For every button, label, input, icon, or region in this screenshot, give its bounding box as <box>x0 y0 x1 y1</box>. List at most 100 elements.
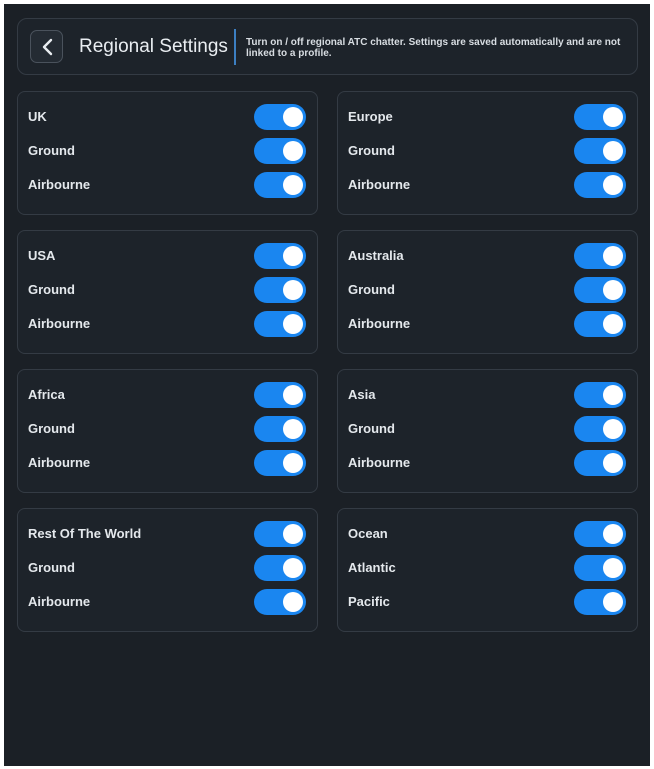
region-card-usa: USA Ground Airbourne <box>17 230 318 354</box>
region-label: Europe <box>348 109 393 124</box>
region-toggle[interactable] <box>574 382 626 408</box>
toggle-knob <box>603 592 623 612</box>
region-row: Europe <box>338 100 637 134</box>
region-label: Ground <box>28 282 75 297</box>
region-toggle[interactable] <box>574 555 626 581</box>
toggle-knob <box>603 314 623 334</box>
back-button[interactable] <box>30 30 63 63</box>
toggle-knob <box>603 280 623 300</box>
region-label: Atlantic <box>348 560 396 575</box>
region-label: Asia <box>348 387 376 402</box>
toggle-knob <box>283 419 303 439</box>
region-row: Ground <box>18 412 317 446</box>
toggle-knob <box>283 280 303 300</box>
toggle-knob <box>283 107 303 127</box>
region-row: Airbourne <box>338 446 637 480</box>
region-toggle[interactable] <box>254 450 306 476</box>
region-card-australia: Australia Ground Airbourne <box>337 230 638 354</box>
region-row: Asia <box>338 378 637 412</box>
region-toggle[interactable] <box>254 416 306 442</box>
toggle-knob <box>283 385 303 405</box>
region-card-ocean: Ocean Atlantic Pacific <box>337 508 638 632</box>
toggle-knob <box>283 314 303 334</box>
region-toggle[interactable] <box>574 138 626 164</box>
region-row: Australia <box>338 239 637 273</box>
settings-header: Regional Settings Turn on / off regional… <box>17 18 638 75</box>
region-label: Pacific <box>348 594 390 609</box>
region-row: UK <box>18 100 317 134</box>
region-toggle[interactable] <box>254 589 306 615</box>
region-label: USA <box>28 248 56 263</box>
toggle-knob <box>603 141 623 161</box>
region-label: Airbourne <box>348 177 411 192</box>
region-toggle[interactable] <box>254 277 306 303</box>
region-label: Ground <box>28 421 75 436</box>
region-row: Airbourne <box>338 307 637 341</box>
toggle-knob <box>603 246 623 266</box>
region-toggle[interactable] <box>574 416 626 442</box>
region-label: Airbourne <box>28 177 91 192</box>
region-row: Ground <box>18 273 317 307</box>
region-card-africa: Africa Ground Airbourne <box>17 369 318 493</box>
region-toggle[interactable] <box>574 311 626 337</box>
page-title: Regional Settings <box>79 36 228 57</box>
region-card-uk: UK Ground Airbourne <box>17 91 318 215</box>
region-toggle[interactable] <box>574 104 626 130</box>
region-row: Airbourne <box>338 168 637 202</box>
region-label: Airbourne <box>28 594 91 609</box>
region-label: Ground <box>348 421 395 436</box>
region-row: Ocean <box>338 517 637 551</box>
toggle-knob <box>283 524 303 544</box>
app-frame: Regional Settings Turn on / off regional… <box>4 4 650 766</box>
region-row: Rest Of The World <box>18 517 317 551</box>
toggle-knob <box>283 141 303 161</box>
toggle-knob <box>603 419 623 439</box>
toggle-knob <box>603 175 623 195</box>
region-row: Africa <box>18 378 317 412</box>
region-toggle[interactable] <box>254 311 306 337</box>
header-description: Turn on / off regional ATC chatter. Sett… <box>246 37 621 59</box>
region-toggle[interactable] <box>254 243 306 269</box>
region-label: Africa <box>28 387 65 402</box>
region-row: Ground <box>18 551 317 585</box>
region-label: Ground <box>348 282 395 297</box>
chevron-left-icon <box>42 38 53 56</box>
region-toggle[interactable] <box>574 521 626 547</box>
region-row: Airbourne <box>18 585 317 619</box>
region-row: Ground <box>338 412 637 446</box>
region-row: Ground <box>338 273 637 307</box>
toggle-knob <box>283 246 303 266</box>
region-label: UK <box>28 109 47 124</box>
region-toggle[interactable] <box>254 521 306 547</box>
region-toggle[interactable] <box>254 138 306 164</box>
region-toggle[interactable] <box>254 172 306 198</box>
region-toggle[interactable] <box>574 277 626 303</box>
region-row: Airbourne <box>18 446 317 480</box>
region-row: Ground <box>18 134 317 168</box>
region-label: Airbourne <box>28 455 91 470</box>
region-toggle[interactable] <box>254 104 306 130</box>
toggle-knob <box>283 592 303 612</box>
region-row: Atlantic <box>338 551 637 585</box>
region-label: Airbourne <box>348 455 411 470</box>
region-row: USA <box>18 239 317 273</box>
region-row: Pacific <box>338 585 637 619</box>
toggle-knob <box>603 107 623 127</box>
region-toggle[interactable] <box>574 450 626 476</box>
toggle-knob <box>603 524 623 544</box>
region-card-rest-of-world: Rest Of The World Ground Airbourne <box>17 508 318 632</box>
region-toggle[interactable] <box>574 589 626 615</box>
region-label: Rest Of The World <box>28 526 142 541</box>
region-label: Australia <box>348 248 404 263</box>
toggle-knob <box>603 558 623 578</box>
toggle-knob <box>603 453 623 473</box>
region-label: Ground <box>28 560 75 575</box>
region-label: Airbourne <box>348 316 411 331</box>
region-toggle[interactable] <box>254 555 306 581</box>
region-toggle[interactable] <box>574 172 626 198</box>
region-label: Ocean <box>348 526 388 541</box>
region-card-europe: Europe Ground Airbourne <box>337 91 638 215</box>
region-toggle[interactable] <box>574 243 626 269</box>
region-card-asia: Asia Ground Airbourne <box>337 369 638 493</box>
region-toggle[interactable] <box>254 382 306 408</box>
